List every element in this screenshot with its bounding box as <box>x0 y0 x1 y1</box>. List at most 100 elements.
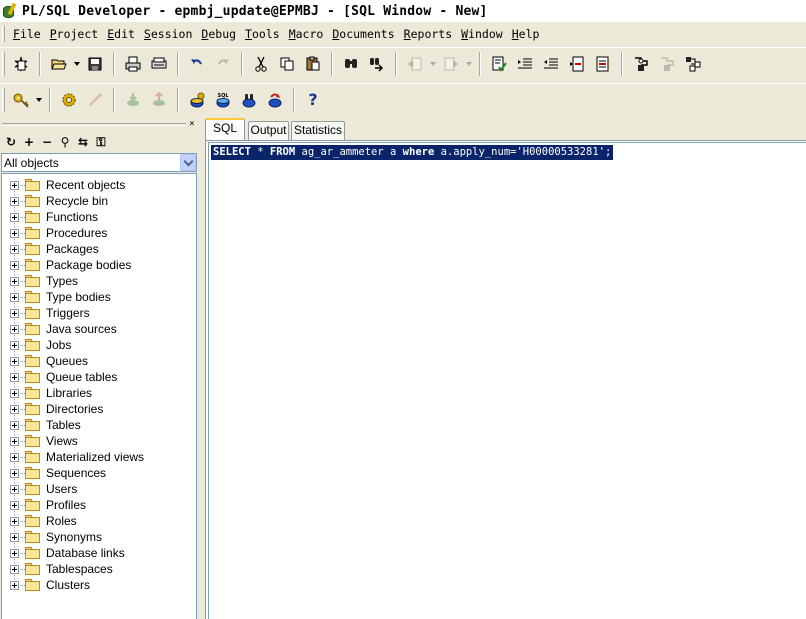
menu-tools[interactable]: Tools <box>241 27 285 41</box>
panel-splitter[interactable] <box>199 118 204 619</box>
command-window-button[interactable] <box>236 88 262 112</box>
execute-button[interactable] <box>628 52 654 76</box>
expand-icon[interactable] <box>10 356 19 366</box>
menu-window[interactable]: Window <box>457 27 508 41</box>
expand-icon[interactable] <box>10 324 19 334</box>
expand-icon[interactable] <box>10 340 19 350</box>
menu-help[interactable]: Help <box>508 27 545 41</box>
menu-edit[interactable]: Edit <box>103 27 140 41</box>
tree-item-sequences[interactable]: Sequences <box>2 465 196 481</box>
expand-icon[interactable] <box>10 260 19 270</box>
expand-icon[interactable] <box>10 564 19 574</box>
expand-icon[interactable] <box>10 228 19 238</box>
tree-item-views[interactable]: Views <box>2 433 196 449</box>
copy-button[interactable] <box>274 52 300 76</box>
expand-icon[interactable] <box>10 196 19 206</box>
tab-statistics[interactable]: Statistics <box>291 121 345 140</box>
menu-debug[interactable]: Debug <box>197 27 241 41</box>
cut-button[interactable] <box>248 52 274 76</box>
remove-icon[interactable]: − <box>38 133 56 151</box>
menu-grip[interactable] <box>2 26 5 42</box>
tree-item-queue-tables[interactable]: Queue tables <box>2 369 196 385</box>
expand-icon[interactable] <box>10 580 19 590</box>
unindent-button[interactable] <box>538 52 564 76</box>
filter-icon[interactable]: ⇆ <box>74 133 92 151</box>
tree-item-profiles[interactable]: Profiles <box>2 497 196 513</box>
object-tree[interactable]: Recent objects Recycle bin Functions Proced… <box>1 173 197 619</box>
plsql-developer-app-icon[interactable] <box>2 2 18 19</box>
uncomment-button[interactable] <box>590 52 616 76</box>
tree-item-clusters[interactable]: Clusters <box>2 577 196 593</box>
back-button[interactable] <box>402 52 428 76</box>
tree-item-roles[interactable]: Roles <box>2 513 196 529</box>
break-button[interactable] <box>654 52 680 76</box>
menu-file[interactable]: File <box>9 27 46 41</box>
menu-documents[interactable]: Documents <box>328 27 399 41</box>
tree-item-triggers[interactable]: Triggers <box>2 305 196 321</box>
expand-icon[interactable] <box>10 532 19 542</box>
folder-settings-icon[interactable]: ⚿ <box>92 133 110 151</box>
menu-reports[interactable]: Reports <box>400 27 457 41</box>
refresh-icon[interactable]: ↻ <box>2 133 20 151</box>
tab-sql[interactable]: SQL <box>205 118 245 140</box>
expand-icon[interactable] <box>10 516 19 526</box>
paste-button[interactable] <box>300 52 326 76</box>
tree-item-synonyms[interactable]: Synonyms <box>2 529 196 545</box>
log-off-button[interactable] <box>82 88 108 112</box>
save-button[interactable] <box>82 52 108 76</box>
close-icon[interactable]: × <box>187 120 197 129</box>
expand-icon[interactable] <box>10 372 19 382</box>
log-on-button[interactable] <box>8 88 34 112</box>
redo-button[interactable] <box>210 52 236 76</box>
tree-item-recycle-bin[interactable]: Recycle bin <box>2 193 196 209</box>
rollback-button[interactable] <box>146 88 172 112</box>
tab-output[interactable]: Output <box>248 121 289 140</box>
expand-icon[interactable] <box>10 212 19 222</box>
test-window-button[interactable] <box>184 88 210 112</box>
open-dropdown[interactable] <box>72 52 82 76</box>
tree-item-jobs[interactable]: Jobs <box>2 337 196 353</box>
tree-item-packages[interactable]: Packages <box>2 241 196 257</box>
toolbar-grip[interactable] <box>2 52 5 76</box>
expand-icon[interactable] <box>10 180 19 190</box>
expand-icon[interactable] <box>10 244 19 254</box>
tree-item-users[interactable]: Users <box>2 481 196 497</box>
find-button[interactable] <box>338 52 364 76</box>
tree-item-type-bodies[interactable]: Type bodies <box>2 289 196 305</box>
new-button[interactable] <box>8 52 34 76</box>
undo-button[interactable] <box>184 52 210 76</box>
expand-icon[interactable] <box>10 548 19 558</box>
expand-icon[interactable] <box>10 404 19 414</box>
print-button[interactable] <box>120 52 146 76</box>
find-next-button[interactable] <box>364 52 390 76</box>
tree-item-procedures[interactable]: Procedures <box>2 225 196 241</box>
back-dropdown[interactable] <box>428 52 438 76</box>
sql-window-button[interactable]: SQL <box>210 88 236 112</box>
chevron-down-icon[interactable] <box>180 154 196 171</box>
expand-icon[interactable] <box>10 308 19 318</box>
tree-item-types[interactable]: Types <box>2 273 196 289</box>
tree-item-libraries[interactable]: Libraries <box>2 385 196 401</box>
forward-button[interactable] <box>438 52 464 76</box>
expand-icon[interactable] <box>10 436 19 446</box>
menu-macro[interactable]: Macro <box>285 27 329 41</box>
tree-item-package-bodies[interactable]: Package bodies <box>2 257 196 273</box>
expand-icon[interactable] <box>10 292 19 302</box>
menu-session[interactable]: Session <box>140 27 197 41</box>
commit-button[interactable] <box>120 88 146 112</box>
tree-item-recent-objects[interactable]: Recent objects <box>2 177 196 193</box>
tree-item-directories[interactable]: Directories <box>2 401 196 417</box>
session-gear-button[interactable] <box>56 88 82 112</box>
forward-dropdown[interactable] <box>464 52 474 76</box>
tree-item-functions[interactable]: Functions <box>2 209 196 225</box>
open-button[interactable] <box>46 52 72 76</box>
tree-item-tables[interactable]: Tables <box>2 417 196 433</box>
add-icon[interactable]: + <box>20 133 38 151</box>
tree-item-tablespaces[interactable]: Tablespaces <box>2 561 196 577</box>
toolbar-grip[interactable] <box>2 88 5 112</box>
explain-plan-button[interactable] <box>680 52 706 76</box>
tree-item-java-sources[interactable]: Java sources <box>2 321 196 337</box>
tree-item-materialized-views[interactable]: Materialized views <box>2 449 196 465</box>
help-button[interactable]: ? <box>300 88 326 112</box>
expand-icon[interactable] <box>10 276 19 286</box>
